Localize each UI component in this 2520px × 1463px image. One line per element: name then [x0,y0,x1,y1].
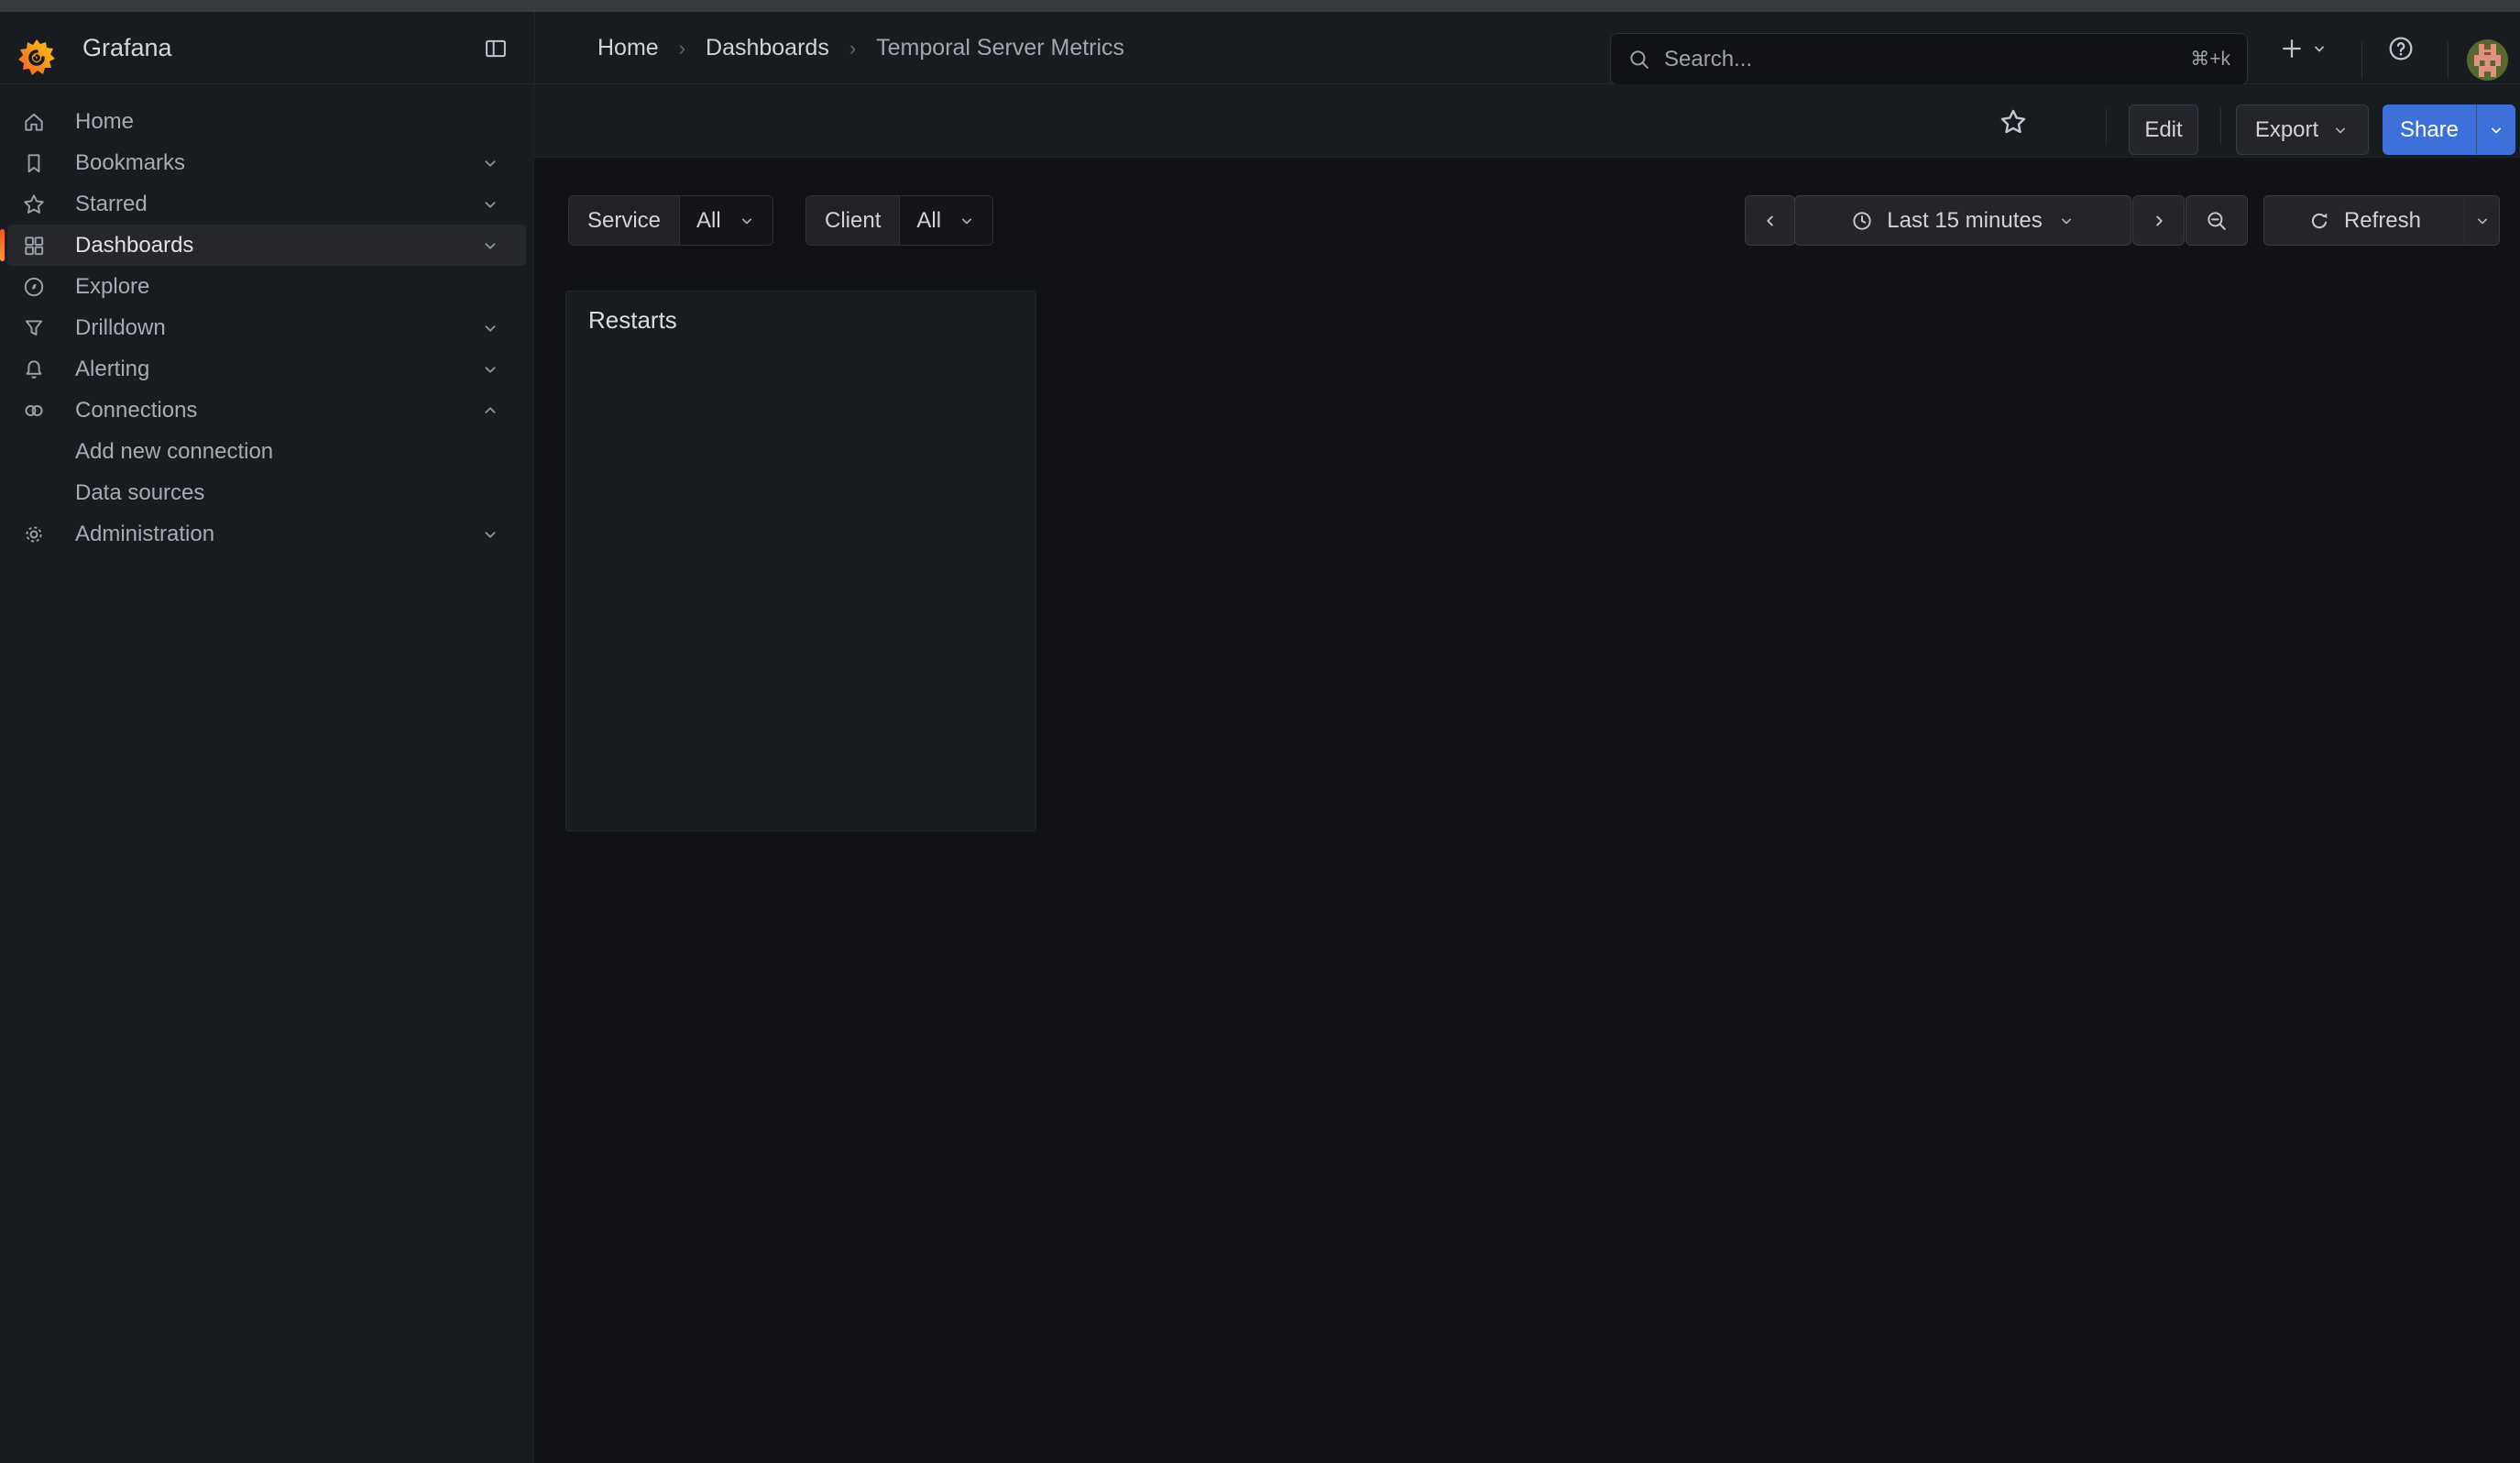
variable-value-dropdown[interactable]: All [899,196,992,245]
sidebar-item-label: Home [75,109,134,135]
header-separator [2361,42,2362,79]
sidebar-item-label: Administration [75,522,214,547]
toolbar-separator [2220,108,2221,145]
app-header: Grafana Home › Dashboards › Temporal Ser… [0,12,2520,84]
sidebar-item-label: Drilldown [75,315,166,341]
refresh-label: Refresh [2344,208,2421,234]
sidebar-item-home[interactable]: Home [7,101,526,142]
sidebar-item-label: Dashboards [75,233,193,258]
header-separator [2448,42,2449,79]
time-range-back-button[interactable] [1745,195,1795,246]
sidebar-item-explore[interactable]: Explore [7,266,526,307]
chevron-down-icon [958,212,976,230]
add-new-chevron-icon[interactable] [2310,12,2328,84]
clock-icon [1850,209,1874,233]
breadcrumb: Home › Dashboards › Temporal Server Metr… [597,12,1124,84]
sidebar-item-data-sources[interactable]: Data sources [7,472,526,513]
time-range-forward-button[interactable] [2132,195,2185,246]
variable-selected-value: All [696,208,721,234]
refresh-icon [2307,209,2331,233]
sidebar-item-dashboards[interactable]: Dashboards [7,225,526,266]
chevron-up-icon [480,401,500,421]
grafana-logo-icon[interactable] [16,38,57,78]
sidebar-item-connections[interactable]: Connections [7,390,526,431]
variable-value-dropdown[interactable]: All [679,196,772,245]
sidebar-item-label: Add new connection [75,439,273,465]
time-range-picker-button[interactable]: Last 15 minutes [1794,195,2131,246]
variable-selected-value: All [916,208,941,234]
toolbar-separator [2106,108,2107,145]
sidebar-item-label: Connections [75,398,197,424]
home-icon [22,110,46,134]
panel-toggle-icon[interactable] [483,36,509,61]
search-input[interactable]: Search... ⌘+k [1610,33,2248,85]
grafana-app: Grafana Home › Dashboards › Temporal Ser… [0,0,2520,1463]
breadcrumb-dashboards[interactable]: Dashboards [706,35,829,61]
breadcrumb-home[interactable]: Home [597,35,659,61]
export-chevron-icon [2331,121,2350,139]
star-icon [22,192,46,216]
share-dropdown-button[interactable] [2476,104,2515,155]
refresh-button[interactable]: Refresh [2263,195,2465,246]
breadcrumb-chevron-icon: › [679,37,685,60]
sidebar-item-bookmarks[interactable]: Bookmarks [7,142,526,183]
help-icon[interactable] [2386,12,2416,84]
sidebar-item-label: Alerting [75,357,149,382]
chevron-down-icon [480,194,500,214]
chevron-right-icon [2149,211,2169,231]
variable-client: Client All [805,195,993,246]
edit-button[interactable]: Edit [2129,104,2198,155]
sidebar-item-label: Explore [75,274,149,300]
panel-title[interactable]: Restarts [588,306,677,335]
share-button[interactable]: Share [2383,104,2476,155]
bookmark-icon [22,151,46,175]
sidebar-item-label: Data sources [75,480,204,506]
sidebar-item-starred[interactable]: Starred [7,183,526,225]
chevron-down-icon [738,212,756,230]
chevron-down-icon [2473,212,2492,230]
search-icon [1627,48,1651,72]
search-shortcut: ⌘+k [2190,48,2230,71]
sidebar-item-label: Bookmarks [75,150,185,176]
apps-icon [22,234,46,258]
window-top-strip [0,0,2520,12]
refresh-interval-dropdown-button[interactable] [2464,195,2500,246]
sidebar-item-add-new-connection[interactable]: Add new connection [7,431,526,472]
chevron-down-icon [480,524,500,544]
compass-icon [22,275,46,299]
chevron-down-icon [480,359,500,380]
user-avatar[interactable] [2467,39,2508,81]
header-divider [534,12,535,84]
variable-label: Client [806,196,899,245]
sidebar-item-label: Starred [75,192,148,217]
chevron-down-icon [2057,212,2076,230]
dashboard-toolbar: Edit Export Share [534,84,2520,158]
variable-service: Service All [568,195,773,246]
search-placeholder: Search... [1664,47,2190,72]
sidebar-item-alerting[interactable]: Alerting [7,348,526,390]
panel-restarts: Restarts [565,291,1036,831]
chevron-down-icon [480,318,500,338]
bell-icon [22,358,46,381]
export-button[interactable]: Export [2236,104,2369,155]
chevron-left-icon [1760,211,1780,231]
app-name: Grafana [82,12,172,84]
zoom-out-button[interactable] [2186,195,2248,246]
breadcrumb-chevron-icon: › [849,37,856,60]
drilldown-icon [22,316,46,340]
sidebar-item-drilldown[interactable]: Drilldown [7,307,526,348]
favorite-star-icon[interactable] [1999,107,2028,137]
variable-label: Service [569,196,679,245]
breadcrumb-current-dashboard: Temporal Server Metrics [876,35,1124,61]
sidebar-nav: Home Bookmarks Starred Dashboards Explore Dri… [0,84,534,1463]
add-new-button[interactable] [2279,12,2305,84]
share-chevron-icon [2487,121,2505,139]
chevron-down-icon [480,236,500,256]
chevron-down-icon [480,153,500,173]
gear-icon [22,522,46,546]
sidebar-item-administration[interactable]: Administration [7,513,526,555]
link-icon [22,399,46,423]
time-range-label: Last 15 minutes [1887,208,2042,234]
zoom-out-icon [2205,209,2229,233]
